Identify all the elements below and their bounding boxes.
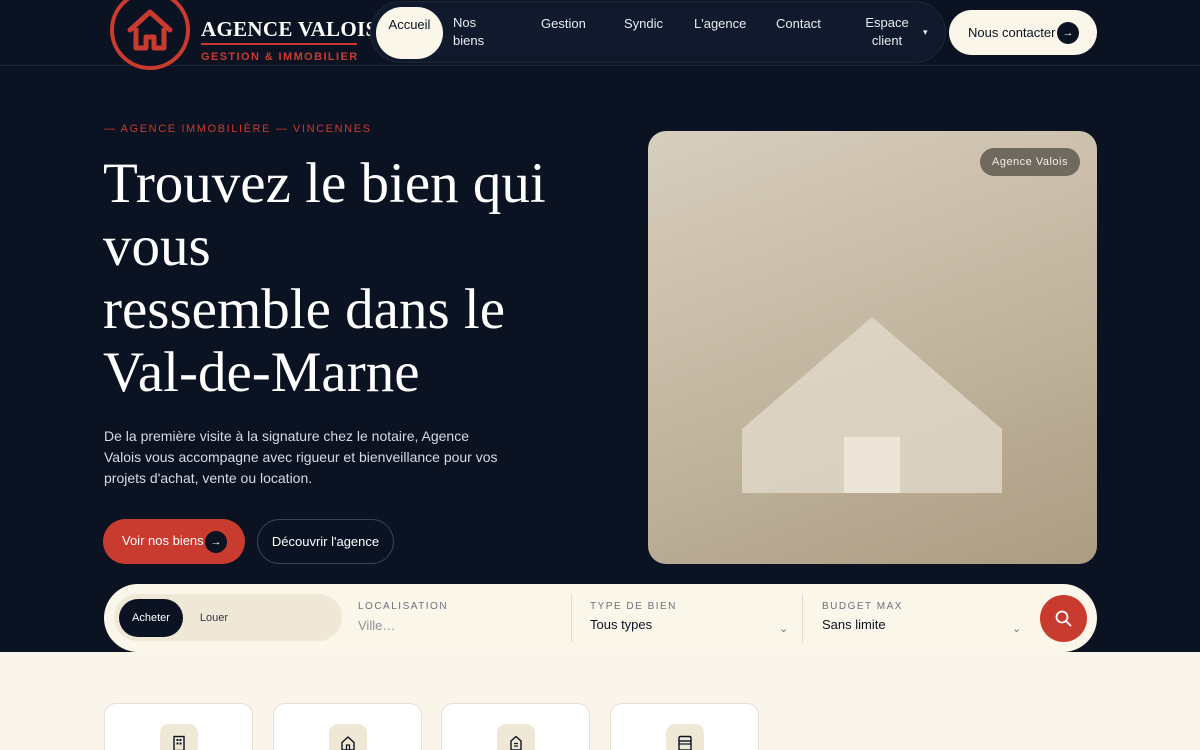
- hero-title-line: Trouvez le bien qui: [103, 152, 546, 215]
- search-icon: [1055, 610, 1072, 627]
- categories-section: [0, 652, 1200, 750]
- nav-item-accueil[interactable]: Accueil: [376, 7, 443, 59]
- category-card[interactable]: [273, 703, 422, 750]
- mode-rent-button[interactable]: Louer: [189, 599, 239, 637]
- category-card[interactable]: [104, 703, 253, 750]
- storefront-icon: [678, 735, 692, 750]
- budget-field[interactable]: BUDGET MAX Sans limite: [822, 601, 903, 632]
- hero-title-line: vous: [103, 215, 211, 278]
- location-input[interactable]: [358, 618, 538, 633]
- main-nav: Accueil Nos biens Gestion Syndic L'agenc…: [370, 1, 946, 63]
- hero-title: Trouvez le bien qui vous ressemble dans …: [103, 152, 603, 404]
- building-icon: [173, 735, 185, 750]
- house-illustration-icon: [742, 317, 1002, 493]
- location-field: LOCALISATION: [358, 601, 538, 635]
- arrow-right-icon: →: [205, 531, 227, 553]
- nav-item-nos-biens[interactable]: Nos biens: [453, 14, 503, 50]
- hero-title-line: ressemble dans le: [103, 278, 506, 341]
- search-submit-button[interactable]: [1040, 595, 1087, 642]
- brand-name: AGENCE VALOIS: [201, 17, 378, 41]
- mode-buy-button[interactable]: Acheter: [119, 599, 183, 637]
- property-type-label: TYPE DE BIEN: [590, 601, 677, 612]
- category-card[interactable]: [610, 703, 759, 750]
- budget-select[interactable]: Sans limite: [822, 617, 903, 632]
- logo[interactable]: [110, 0, 190, 70]
- category-icon-tile: [160, 724, 198, 750]
- house-logo-icon: [127, 9, 173, 51]
- budget-label: BUDGET MAX: [822, 601, 903, 612]
- nav-item-agence[interactable]: L'agence: [694, 15, 746, 33]
- location-label: LOCALISATION: [358, 601, 449, 612]
- view-properties-label: Voir nos biens: [122, 533, 204, 548]
- chevron-down-icon[interactable]: ⌄: [1012, 622, 1021, 635]
- townhouse-icon: [510, 735, 522, 750]
- dropdown-caret-icon[interactable]: ▾: [923, 27, 928, 38]
- category-icon-tile: [666, 724, 704, 750]
- hero-eyebrow: — AGENCE IMMOBILIÈRE — VINCENNES: [104, 123, 372, 135]
- nav-item-syndic[interactable]: Syndic: [624, 15, 663, 33]
- contact-cta-label: Nous contacter: [968, 25, 1056, 40]
- category-icon-tile: [497, 724, 535, 750]
- nav-item-gestion[interactable]: Gestion: [541, 15, 586, 33]
- property-search-bar: Acheter Louer LOCALISATION TYPE DE BIEN …: [104, 584, 1097, 652]
- category-card[interactable]: [441, 703, 590, 750]
- category-icon-tile: [329, 724, 367, 750]
- property-type-field[interactable]: TYPE DE BIEN Tous types: [590, 601, 677, 632]
- brand-tagline: GESTION & IMMOBILIER: [201, 51, 359, 63]
- chevron-down-icon[interactable]: ⌄: [779, 622, 788, 635]
- property-type-select[interactable]: Tous types: [590, 617, 677, 632]
- arrow-right-icon: →: [1057, 22, 1079, 44]
- site-header: AGENCE VALOIS GESTION & IMMOBILIER Accue…: [0, 0, 1200, 70]
- hero-title-line: Val-de-Marne: [103, 341, 420, 404]
- field-divider: [571, 594, 572, 642]
- nav-item-contact[interactable]: Contact: [776, 15, 821, 33]
- nav-item-espace-client[interactable]: Espace client: [857, 14, 917, 50]
- contact-cta-button[interactable]: Nous contacter →: [949, 10, 1097, 55]
- discover-agency-button[interactable]: Découvrir l'agence: [257, 519, 394, 564]
- hero-description: De la première visite à la signature che…: [104, 428, 498, 486]
- hero-image: Agence Valois: [648, 131, 1097, 564]
- view-properties-button[interactable]: Voir nos biens →: [103, 519, 245, 564]
- field-divider: [802, 594, 803, 642]
- brand-underline: [201, 43, 357, 45]
- house-icon: [341, 736, 355, 750]
- image-badge: Agence Valois: [980, 148, 1080, 176]
- transaction-mode-toggle: Acheter Louer: [114, 594, 342, 641]
